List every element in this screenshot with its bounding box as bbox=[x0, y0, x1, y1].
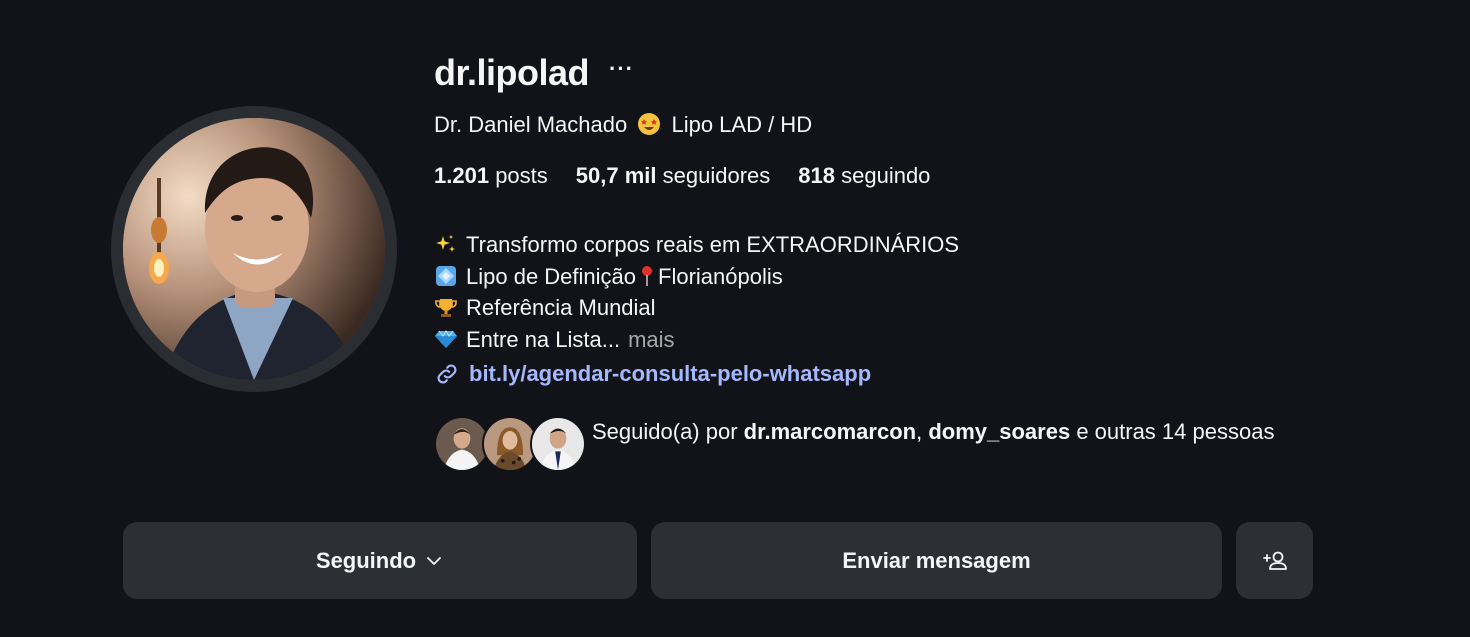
add-user-icon bbox=[1262, 551, 1287, 570]
bio-line-4-text: Entre na Lista... bbox=[466, 326, 621, 352]
sparkles-icon bbox=[436, 234, 455, 252]
followers-label: seguidores bbox=[662, 163, 771, 188]
trophy-icon bbox=[435, 298, 457, 317]
bio-line-3-text: Referência Mundial bbox=[466, 295, 656, 320]
bio-line-2-text-b: Florianópolis bbox=[658, 263, 783, 289]
pin-icon bbox=[642, 266, 653, 287]
mutual-avatar-1-photo bbox=[436, 418, 488, 470]
gem-icon bbox=[435, 330, 457, 349]
bio-line-2-text-a: Lipo de Definição bbox=[466, 263, 637, 289]
more-options-button[interactable]: ··· bbox=[609, 58, 634, 80]
bio-more-link[interactable]: mais bbox=[628, 324, 674, 356]
followed-by-text: Seguido(a) por dr.marcomarcon, domy_soar… bbox=[592, 416, 1292, 472]
following-count[interactable]: 818 seguindo bbox=[798, 163, 930, 189]
full-name-part1: Dr. Daniel Machado bbox=[434, 112, 628, 137]
mutual-avatar-3[interactable] bbox=[530, 416, 586, 472]
mutual-avatars[interactable] bbox=[434, 416, 586, 472]
username-row: dr.lipolad ··· bbox=[434, 52, 634, 94]
full-name: Dr. Daniel Machado Lipo LAD / HD bbox=[434, 112, 812, 138]
send-message-button-label: Enviar mensagem bbox=[842, 547, 1031, 573]
bio-line-3: Referência Mundial bbox=[434, 292, 959, 324]
link-icon bbox=[437, 364, 457, 384]
posts-count: 1.201 posts bbox=[434, 163, 548, 189]
followed-by-user-2[interactable]: domy_soares bbox=[928, 419, 1070, 444]
profile-avatar-ring[interactable] bbox=[111, 106, 397, 392]
profile-link-row[interactable]: bit.ly/agendar-consulta-pelo-whatsapp bbox=[434, 361, 871, 387]
following-value: 818 bbox=[798, 163, 835, 188]
followed-by-user-1[interactable]: dr.marcomarcon bbox=[744, 419, 916, 444]
profile-stats: 1.201 posts 50,7 mil seguidores 818 segu… bbox=[434, 163, 958, 189]
bio-line-2: Lipo de Definição Florianópolis bbox=[434, 261, 959, 293]
profile-photo bbox=[123, 118, 385, 380]
profile-bio: Transformo corpos reais em EXTRAORDINÁRI… bbox=[434, 229, 959, 355]
diamond-shape-icon bbox=[436, 266, 456, 287]
send-message-button[interactable]: Enviar mensagem bbox=[651, 522, 1222, 599]
followed-by-prefix: Seguido(a) por bbox=[592, 419, 738, 444]
followers-value: 50,7 mil bbox=[575, 163, 657, 188]
bio-line-1-text: Transformo corpos reais em EXTRAORDINÁRI… bbox=[466, 232, 960, 257]
full-name-part2: Lipo LAD / HD bbox=[671, 112, 813, 137]
mutual-avatar-3-photo bbox=[532, 418, 584, 470]
mutual-avatar-2-photo bbox=[484, 418, 536, 470]
bio-line-1: Transformo corpos reais em EXTRAORDINÁRI… bbox=[434, 229, 959, 261]
bio-line-4: Entre na Lista... mais bbox=[434, 324, 959, 356]
star-struck-emoji-icon bbox=[638, 113, 661, 135]
posts-label: posts bbox=[495, 163, 548, 188]
profile-page: dr.lipolad ··· Dr. Daniel Machado Lipo L… bbox=[0, 0, 1470, 637]
followed-by-suffix: e outras 14 pessoas bbox=[1076, 419, 1275, 444]
profile-avatar[interactable] bbox=[123, 118, 385, 380]
followed-by-separator: , bbox=[916, 419, 923, 444]
following-label: seguindo bbox=[841, 163, 931, 188]
suggested-users-button[interactable] bbox=[1236, 522, 1313, 599]
chevron-down-icon bbox=[427, 556, 442, 565]
profile-link[interactable]: bit.ly/agendar-consulta-pelo-whatsapp bbox=[469, 361, 871, 387]
followed-by-row[interactable]: Seguido(a) por dr.marcomarcon, domy_soar… bbox=[434, 416, 1292, 472]
following-button[interactable]: Seguindo bbox=[123, 522, 637, 599]
followers-count[interactable]: 50,7 mil seguidores bbox=[576, 163, 770, 189]
posts-value: 1.201 bbox=[434, 163, 490, 188]
username: dr.lipolad bbox=[434, 52, 590, 93]
following-button-label: Seguindo bbox=[315, 547, 417, 573]
